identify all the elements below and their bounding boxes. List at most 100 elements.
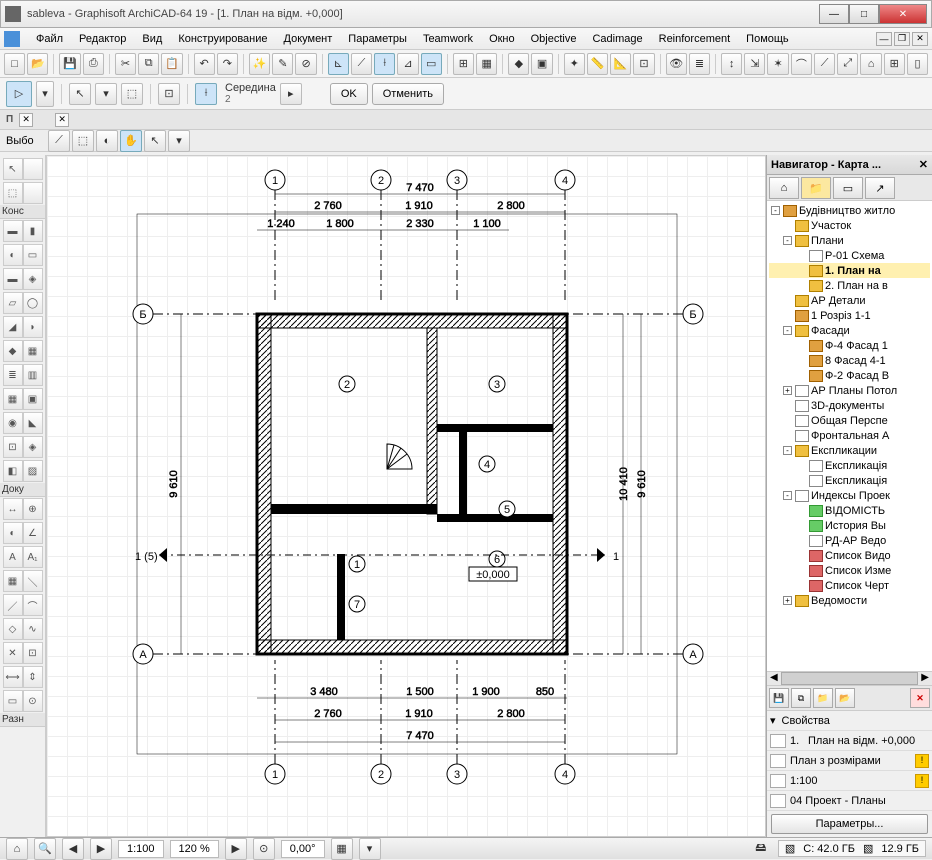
menu-teamwork[interactable]: Teamwork — [415, 31, 481, 47]
new-icon[interactable]: □ — [4, 53, 25, 75]
pencil-icon[interactable]: ✎ — [272, 53, 293, 75]
window-tool[interactable]: ▭ — [23, 244, 43, 266]
zoom-in-icon[interactable]: ▶ — [225, 838, 247, 860]
zoom-prev-icon[interactable]: ◀ — [62, 838, 84, 860]
shell-tool[interactable]: ◗ — [23, 316, 43, 338]
redo-icon[interactable]: ↷ — [217, 53, 238, 75]
hotspot-tool[interactable]: ✕ — [3, 642, 23, 664]
tree-item[interactable]: Список Черт — [769, 578, 930, 593]
adjust-icon[interactable]: ⇲ — [744, 53, 765, 75]
line-tool-a[interactable]: ＼ — [23, 570, 43, 592]
menu-cadimage[interactable]: Cadimage — [584, 31, 650, 47]
elevation-tool[interactable]: ⇕ — [23, 666, 43, 688]
layers-dropdown[interactable]: ▾ — [359, 838, 381, 860]
arc-tool[interactable]: ⌒ — [23, 594, 43, 616]
tool-x2[interactable]: ◈ — [23, 436, 43, 458]
tree-item[interactable]: Ф-2 Фасад В — [769, 368, 930, 383]
fill-tool[interactable]: ▦ — [3, 570, 23, 592]
stair-tool[interactable]: ≣ — [3, 364, 23, 386]
beam-tool[interactable]: ▬ — [3, 268, 23, 290]
menu-параметры[interactable]: Параметры — [340, 31, 415, 47]
section-tool[interactable]: ⟷ — [3, 666, 23, 688]
navigator-tree[interactable]: -Будівництво житлоУчасток-ПланиP-01 Схем… — [767, 201, 932, 671]
close-button[interactable]: ✕ — [879, 4, 927, 24]
mdi-restore[interactable]: ❐ — [894, 32, 910, 46]
tree-item[interactable]: Общая Перспе — [769, 413, 930, 428]
zoom-window-icon[interactable]: 🔍 — [34, 838, 56, 860]
minimize-button[interactable]: — — [819, 4, 849, 24]
snap-midpoint-icon[interactable]: ⟊ — [195, 83, 217, 105]
nav-delete-icon[interactable]: ✕ — [910, 688, 930, 708]
tree-item[interactable]: Участок — [769, 218, 930, 233]
drawing-canvas[interactable]: 11223344 ААББ 1234567 ±0,000 — [46, 155, 766, 837]
tree-item[interactable]: Список Изме — [769, 563, 930, 578]
tree-item[interactable]: P-01 Схема — [769, 248, 930, 263]
corner-tool[interactable]: ◣ — [23, 412, 43, 434]
tree-expander[interactable]: + — [783, 596, 792, 605]
tree-item[interactable]: +АР Планы Потол — [769, 383, 930, 398]
layers-quick-icon[interactable]: ▦ — [331, 838, 353, 860]
figure-tool[interactable]: ⊡ — [23, 642, 43, 664]
curtain-tool[interactable]: ▥ — [23, 364, 43, 386]
tree-item[interactable]: 1 Розріз 1-1 — [769, 308, 930, 323]
skylight-tool[interactable]: ◈ — [23, 268, 43, 290]
line-tool[interactable]: ／ — [3, 594, 23, 616]
lamp-tool[interactable]: ◉ — [3, 412, 23, 434]
panel-close-2[interactable]: ✕ — [55, 113, 69, 127]
menu-документ[interactable]: Документ — [276, 31, 341, 47]
level-dim-tool[interactable]: ⊕ — [23, 498, 43, 520]
prop-scale-row[interactable]: 1:100 ! — [767, 771, 932, 791]
maximize-button[interactable]: □ — [849, 4, 879, 24]
edge-icon[interactable]: ◐ — [96, 130, 118, 152]
props-header[interactable]: ▾ Свойства — [767, 711, 932, 731]
marquee-tool[interactable]: ⬚ — [3, 182, 23, 204]
tree-item[interactable]: -Плани — [769, 233, 930, 248]
tool-b-icon[interactable]: ▣ — [531, 53, 552, 75]
detail-tool[interactable]: ⊙ — [23, 690, 43, 712]
tree-expander[interactable]: - — [783, 491, 792, 500]
angle-dim-tool[interactable]: ∠ — [23, 522, 43, 544]
tree-item[interactable]: Ф-4 Фасад 1 — [769, 338, 930, 353]
tree-expander[interactable]: - — [771, 206, 780, 215]
nav-save-view-icon[interactable]: 💾 — [769, 688, 789, 708]
menu-окно[interactable]: Окно — [481, 31, 523, 47]
tree-item[interactable]: 2. План на в — [769, 278, 930, 293]
cursor-dropdown[interactable]: ▾ — [95, 83, 117, 105]
menu-редактор[interactable]: Редактор — [71, 31, 134, 47]
tool-x1[interactable]: ⊡ — [3, 436, 23, 458]
tree-item[interactable]: Фронтальная А — [769, 428, 930, 443]
window-tool-icon[interactable]: ▯ — [907, 53, 928, 75]
lift-icon[interactable]: ↕ — [721, 53, 742, 75]
tree-expander[interactable]: - — [783, 446, 792, 455]
mdi-minimize[interactable]: — — [876, 32, 892, 46]
radial-dim-tool[interactable]: ◐ — [3, 522, 23, 544]
tool-c-icon[interactable]: ⊡ — [633, 53, 654, 75]
cancel-button[interactable]: Отменить — [372, 83, 444, 105]
snap-mode-3[interactable]: ⟊ — [374, 53, 395, 75]
rotation-angle[interactable]: 0,00° — [281, 840, 325, 858]
prop-set-row[interactable]: 04 Проект - Планы — [767, 791, 932, 811]
zoom-percent[interactable]: 120 % — [170, 840, 219, 858]
tree-item[interactable]: +Ведомости — [769, 593, 930, 608]
snap-play-icon[interactable]: ▸ — [280, 83, 302, 105]
text-tool[interactable]: A — [3, 546, 23, 568]
tree-item[interactable]: ВІДОМІСТЬ — [769, 503, 930, 518]
resize-icon[interactable]: ⤢ — [837, 53, 858, 75]
ruler-icon[interactable]: 📐 — [610, 53, 631, 75]
print-icon[interactable]: ⎙ — [83, 53, 104, 75]
layer-icon[interactable]: ≣ — [689, 53, 710, 75]
fillet-icon[interactable]: ⌒ — [791, 53, 812, 75]
menu-конструирование[interactable]: Конструирование — [170, 31, 275, 47]
intersect-icon[interactable]: ✶ — [767, 53, 788, 75]
nav-newfolder2-icon[interactable]: 📂 — [835, 688, 855, 708]
nav-newfolder-icon[interactable]: 📁 — [813, 688, 833, 708]
measure-icon[interactable]: 📏 — [587, 53, 608, 75]
nav-tab-layout[interactable]: ▭ — [833, 177, 863, 199]
snap-mode-1[interactable]: ⊾ — [328, 53, 349, 75]
roof-tool[interactable]: ◢ — [3, 316, 23, 338]
label-tool[interactable]: A₁ — [23, 546, 43, 568]
tree-item[interactable]: 1. План на — [769, 263, 930, 278]
door-tool[interactable]: ◐ — [3, 244, 23, 266]
snap-select-icon[interactable]: ⊡ — [158, 83, 180, 105]
nav-clone-icon[interactable]: ⧉ — [791, 688, 811, 708]
